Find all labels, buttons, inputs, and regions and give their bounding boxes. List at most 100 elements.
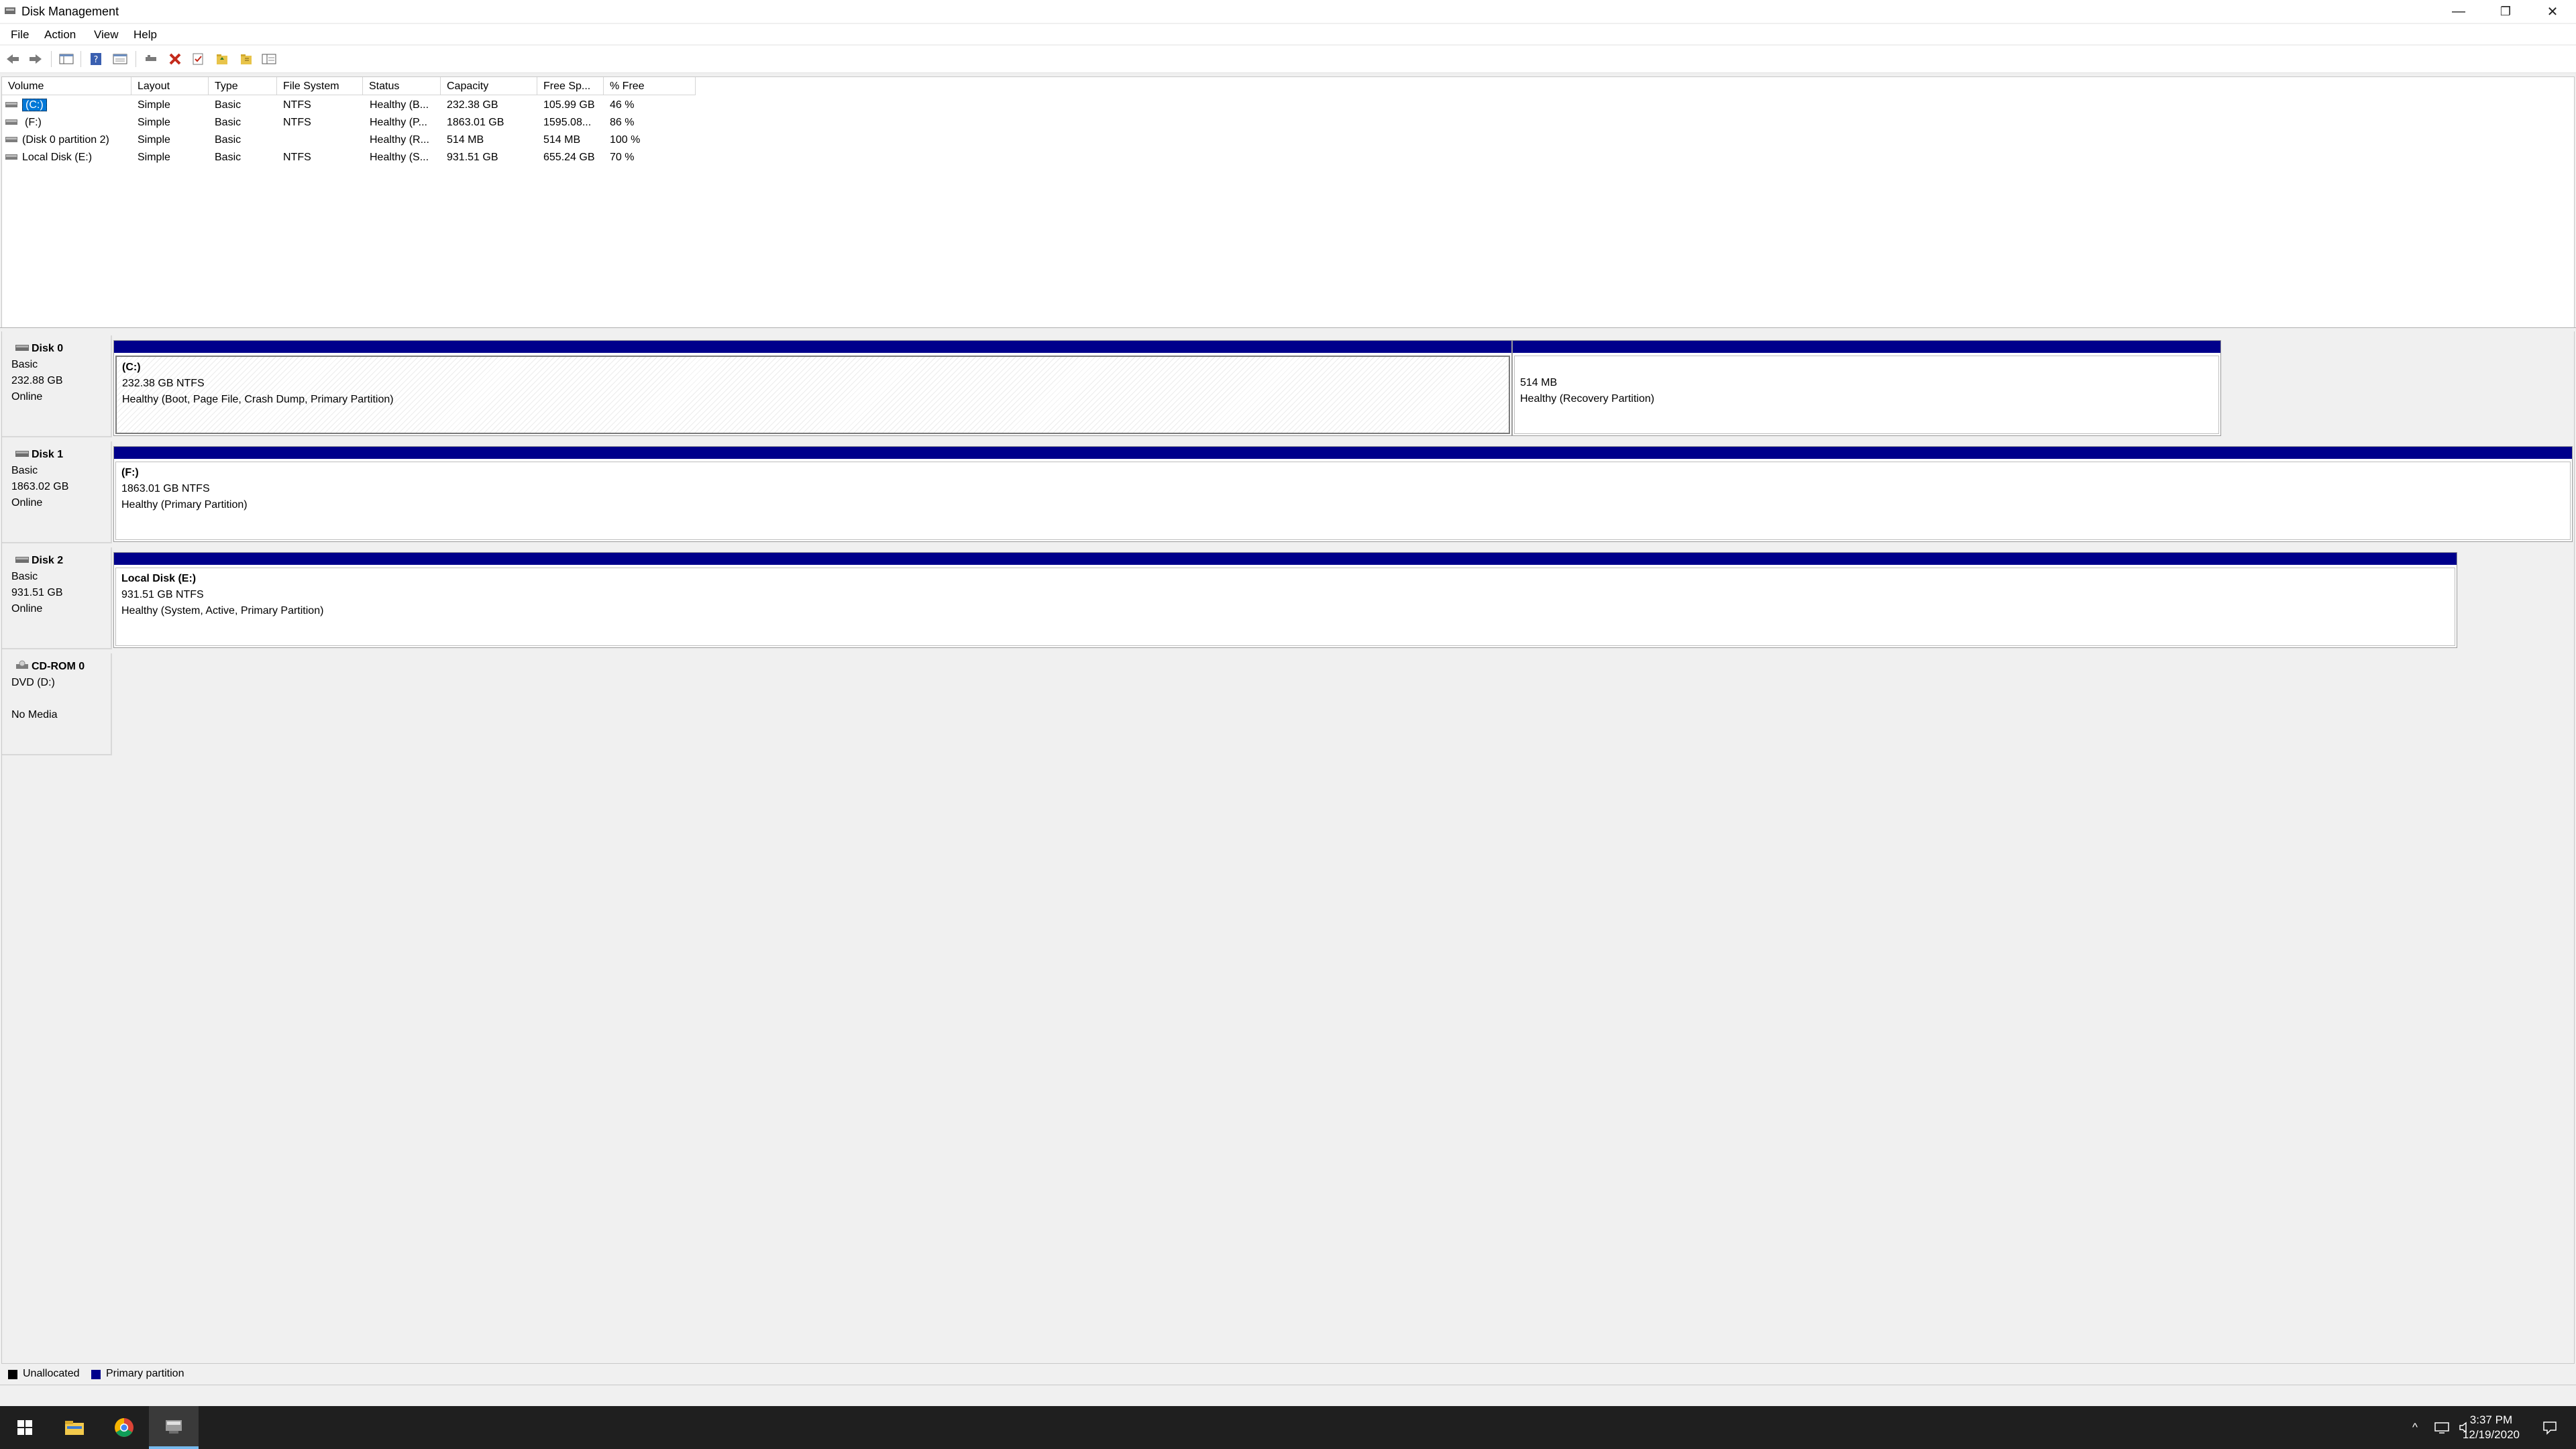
disk-2-label[interactable]: Disk 2 Basic 931.51 GB Online <box>2 547 112 649</box>
volume-status: Healthy (P... <box>370 117 427 128</box>
volume-row[interactable]: (F:) Simple Basic NTFS Healthy (P... 186… <box>2 114 693 131</box>
volume-capacity: 514 MB <box>447 134 484 146</box>
partition-e[interactable]: Local Disk (E:) 931.51 GB NTFS Healthy (… <box>113 552 2457 648</box>
disk-graphical-view: Disk 0 Basic 232.88 GB Online (C:) 232.3… <box>1 331 2575 1364</box>
partition-status: Healthy (Primary Partition) <box>121 499 248 511</box>
start-button[interactable] <box>0 1406 50 1449</box>
disk-icon <box>15 451 29 457</box>
disk-icon <box>15 557 29 563</box>
drive-icon <box>5 119 17 125</box>
disk-name: Disk 2 <box>32 555 64 566</box>
console-tree-icon[interactable] <box>58 50 75 68</box>
volume-free-space: 655.24 GB <box>543 152 595 163</box>
unallocated-swatch <box>8 1370 17 1379</box>
volume-file-system: NTFS <box>283 117 311 128</box>
clock-time: 3:37 PM <box>2469 1413 2513 1426</box>
column-capacity[interactable]: Capacity <box>441 77 537 95</box>
delete-icon[interactable] <box>166 50 184 68</box>
volume-status: Healthy (S... <box>370 152 429 163</box>
folder-up-icon[interactable] <box>213 50 231 68</box>
taskbar-chrome[interactable] <box>99 1406 149 1449</box>
volume-capacity: 232.38 GB <box>447 99 498 111</box>
tray-overflow-chevron[interactable]: ^ <box>2402 1406 2428 1449</box>
volume-layout: Simple <box>138 152 170 163</box>
disk-name: Disk 1 <box>32 449 64 460</box>
show-hide-icon[interactable] <box>260 50 278 68</box>
connect-icon[interactable] <box>142 50 160 68</box>
partition-c[interactable]: (C:) 232.38 GB NTFS Healthy (Boot, Page … <box>113 340 1512 436</box>
legend: Unallocated Primary partition <box>1 1363 2573 1384</box>
column-volume[interactable]: Volume <box>2 77 131 95</box>
volume-percent-free: 70 % <box>610 152 635 163</box>
volume-type: Basic <box>215 117 241 128</box>
partition-size: 931.51 GB NTFS <box>121 589 204 600</box>
network-icon[interactable] <box>2430 1406 2454 1449</box>
disk-0-label[interactable]: Disk 0 Basic 232.88 GB Online <box>2 335 112 437</box>
status-bar <box>0 1385 2576 1405</box>
volume-file-system: NTFS <box>283 99 311 111</box>
disk-name: Disk 0 <box>32 343 64 354</box>
minimize-button[interactable]: — <box>2435 0 2482 23</box>
disk-status: No Media <box>11 709 58 720</box>
menu-action[interactable]: Action <box>44 28 76 42</box>
volume-percent-free: 86 % <box>610 117 635 128</box>
help-icon[interactable]: ? <box>87 50 105 68</box>
menu-file[interactable]: File <box>11 28 29 42</box>
partition-recovery[interactable]: 514 MB Healthy (Recovery Partition) <box>1512 340 2221 436</box>
windows-start-icon <box>17 1420 32 1435</box>
disk-size: 232.88 GB <box>11 375 63 386</box>
menu-view[interactable]: View <box>94 28 119 42</box>
disk-1-label[interactable]: Disk 1 Basic 1863.02 GB Online <box>2 441 112 543</box>
volume-percent-free: 46 % <box>610 99 635 111</box>
column-status[interactable]: Status <box>363 77 441 95</box>
partition-size: 1863.01 GB NTFS <box>121 483 210 494</box>
forward-icon[interactable] <box>27 50 44 68</box>
disk-type: Basic <box>11 465 38 476</box>
taskbar-disk-management[interactable] <box>149 1406 199 1449</box>
volume-free-space: 1595.08... <box>543 117 592 128</box>
title-bar: Disk Management — ❐ ✕ <box>0 0 2576 23</box>
volume-type: Basic <box>215 152 241 163</box>
column-layout[interactable]: Layout <box>131 77 209 95</box>
legend-unallocated: Unallocated <box>23 1368 80 1379</box>
menu-help[interactable]: Help <box>133 28 157 42</box>
partition-title: (C:) <box>122 362 141 373</box>
column-file-system[interactable]: File System <box>277 77 363 95</box>
disk-management-app-icon <box>5 7 15 14</box>
volume-name: Local Disk (E:) <box>22 152 93 163</box>
volume-row[interactable]: Local Disk (E:) Simple Basic NTFS Health… <box>2 149 693 166</box>
volume-free-space: 514 MB <box>543 134 581 146</box>
back-icon[interactable] <box>4 50 21 68</box>
volume-list[interactable]: Volume Layout Type File System Status Ca… <box>1 76 2575 329</box>
disk-type: Basic <box>11 571 38 582</box>
volume-file-system: NTFS <box>283 152 311 163</box>
volume-list-header: Volume Layout Type File System Status Ca… <box>2 77 2574 96</box>
notification-center-icon[interactable] <box>2533 1406 2567 1449</box>
svg-text:?: ? <box>94 55 99 65</box>
folder-icon[interactable] <box>237 50 255 68</box>
volume-type: Basic <box>215 99 241 111</box>
column-free-space[interactable]: Free Sp... <box>537 77 604 95</box>
volume-status: Healthy (R... <box>370 134 429 146</box>
taskbar-clock[interactable]: 3:37 PM 12/19/2020 <box>2463 1413 2520 1442</box>
partition-status: Healthy (System, Active, Primary Partiti… <box>121 605 324 616</box>
volume-capacity: 1863.01 GB <box>447 117 504 128</box>
primary-partition-bar <box>114 447 2572 459</box>
window-title: Disk Management <box>21 5 119 18</box>
volume-layout: Simple <box>138 117 170 128</box>
volume-layout: Simple <box>138 99 170 111</box>
cdrom-0-label[interactable]: CD-ROM 0 DVD (D:) No Media <box>2 653 112 755</box>
restore-button[interactable]: ❐ <box>2482 0 2529 23</box>
properties-icon[interactable] <box>111 50 129 68</box>
volume-row[interactable]: (Disk 0 partition 2) Simple Basic Health… <box>2 131 693 149</box>
close-button[interactable]: ✕ <box>2529 0 2576 23</box>
partition-f[interactable]: (F:) 1863.01 GB NTFS Healthy (Primary Pa… <box>113 446 2573 542</box>
taskbar-file-explorer[interactable] <box>50 1406 99 1449</box>
volume-layout: Simple <box>138 134 170 146</box>
column-percent-free[interactable]: % Free <box>604 77 696 95</box>
column-type[interactable]: Type <box>209 77 277 95</box>
toolbar: ? <box>0 46 2576 73</box>
chrome-icon <box>115 1418 133 1437</box>
volume-row[interactable]: (C:) Simple Basic NTFS Healthy (B... 232… <box>2 97 693 114</box>
check-icon[interactable] <box>189 50 207 68</box>
